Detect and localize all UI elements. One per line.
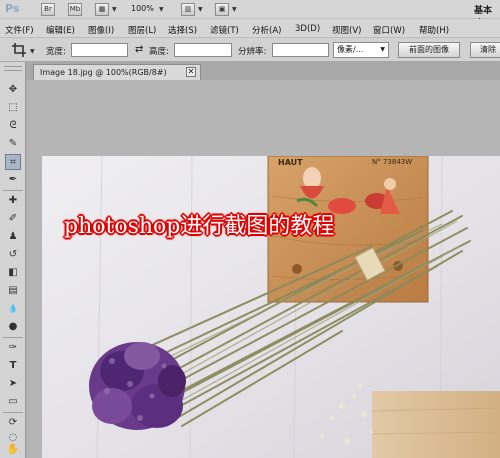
height-field[interactable] [174, 43, 232, 57]
eraser-tool-icon[interactable]: ◧ [5, 265, 21, 281]
overlay-title: photoshop进行截图的教程 [64, 214, 335, 239]
tools-divider [3, 190, 23, 191]
brush-tool-icon[interactable]: ✐ [5, 211, 21, 227]
blur-tool-icon[interactable]: 💧 [5, 301, 21, 317]
healing-brush-tool-icon[interactable]: ✚ [5, 193, 21, 209]
close-icon[interactable]: ✕ [186, 67, 196, 77]
width-field[interactable] [71, 43, 128, 57]
pen-tool-icon[interactable]: ✑ [5, 340, 21, 356]
tool-preset-dropdown-icon[interactable]: ▼ [30, 48, 35, 55]
menu-image[interactable]: 图像(I) [88, 24, 114, 36]
menu-bar: 文件(F) 编辑(E) 图像(I) 图层(L) 选择(S) 滤镜(T) 分析(A… [0, 19, 500, 38]
shape-tool-icon[interactable]: ▭ [5, 394, 21, 410]
document-tab[interactable]: Image 18.jpg @ 100%(RGB/8#) ✕ [33, 64, 201, 80]
crop-tool-icon[interactable]: ⌗ [5, 154, 21, 170]
menu-layer[interactable]: 图层(L) [128, 24, 156, 36]
mini-bridge-button[interactable]: Mb [68, 3, 82, 16]
document-tab-label: Image 18.jpg @ 100%(RGB/8#) [40, 68, 167, 77]
crop-icon[interactable] [12, 43, 26, 57]
tools-panel: ✥ ⬚ ᘓ ✎ ⌗ ✒ ✚ ✐ ♟ ↺ ◧ ▤ 💧 ● ✑ T ➤ ▭ ⟳ ◌ … [0, 62, 26, 458]
swap-dimensions-icon[interactable]: ⇄ [135, 44, 143, 55]
dodge-tool-icon[interactable]: ● [5, 319, 21, 335]
menu-view[interactable]: 视图(V) [332, 24, 361, 36]
menu-filter[interactable]: 滤镜(T) [210, 24, 239, 36]
view-extras-dropdown-icon[interactable]: ▼ [112, 6, 117, 13]
clear-button[interactable]: 清除 [470, 42, 500, 58]
height-label: 高度: [149, 47, 169, 57]
screen-mode-button[interactable]: ▣ [215, 3, 229, 16]
type-tool-icon[interactable]: T [5, 358, 21, 374]
move-tool-icon[interactable]: ✥ [5, 82, 21, 98]
hand-tool-icon[interactable]: ✋ [5, 442, 21, 458]
tools-divider [3, 412, 23, 413]
menu-file[interactable]: 文件(F) [5, 24, 34, 36]
application-bar: Ps Br Mb ▦ ▼ 100% ▼ ▥ ▼ ▣ ▼ 基本功 [0, 0, 500, 29]
path-select-tool-icon[interactable]: ➤ [5, 376, 21, 392]
document-canvas[interactable]: HAUT N° 73843W [42, 156, 500, 458]
resolution-label: 分辨率: [238, 47, 267, 57]
options-bar: ▼ 宽度: ⇄ 高度: 分辨率: 像素/... ▼ 前面的图像 清除 [0, 38, 500, 62]
eyedropper-tool-icon[interactable]: ✒ [5, 172, 21, 188]
resolution-field[interactable] [272, 43, 329, 57]
front-image-button[interactable]: 前面的图像 [398, 42, 460, 58]
tools-panel-grip[interactable] [4, 66, 22, 71]
plaque-text-left: HAUT [278, 158, 303, 167]
gradient-tool-icon[interactable]: ▤ [5, 283, 21, 299]
lasso-tool-icon[interactable]: ᘓ [5, 118, 21, 134]
menu-analysis[interactable]: 分析(A) [252, 24, 281, 36]
view-extras-button[interactable]: ▦ [95, 3, 109, 16]
arrange-documents-button[interactable]: ▥ [181, 3, 195, 16]
tools-divider [3, 337, 23, 338]
3d-rotate-tool-icon[interactable]: ⟳ [5, 415, 21, 431]
width-label: 宽度: [46, 47, 66, 57]
zoom-dropdown-icon[interactable]: ▼ [159, 6, 164, 13]
bridge-button[interactable]: Br [41, 3, 55, 16]
menu-3d[interactable]: 3D(D) [295, 24, 320, 34]
quick-select-tool-icon[interactable]: ✎ [5, 136, 21, 152]
resolution-unit-select[interactable]: 像素/... ▼ [333, 42, 389, 58]
menu-select[interactable]: 选择(S) [168, 24, 197, 36]
plaque-text-right: N° 73843W [372, 158, 413, 166]
menu-window[interactable]: 窗口(W) [373, 24, 405, 36]
zoom-level[interactable]: 100% [131, 4, 154, 13]
photoshop-logo: Ps [5, 2, 20, 15]
chevron-down-icon: ▼ [380, 46, 385, 53]
menu-help[interactable]: 帮助(H) [419, 24, 449, 36]
arrange-dropdown-icon[interactable]: ▼ [198, 6, 203, 13]
screen-mode-dropdown-icon[interactable]: ▼ [232, 6, 237, 13]
menu-edit[interactable]: 编辑(E) [46, 24, 75, 36]
photo-image [42, 156, 500, 458]
marquee-tool-icon[interactable]: ⬚ [5, 100, 21, 116]
history-brush-tool-icon[interactable]: ↺ [5, 247, 21, 263]
resolution-unit-value: 像素/... [337, 45, 364, 54]
clone-stamp-tool-icon[interactable]: ♟ [5, 229, 21, 245]
document-tab-strip: Image 18.jpg @ 100%(RGB/8#) ✕ [26, 62, 500, 80]
